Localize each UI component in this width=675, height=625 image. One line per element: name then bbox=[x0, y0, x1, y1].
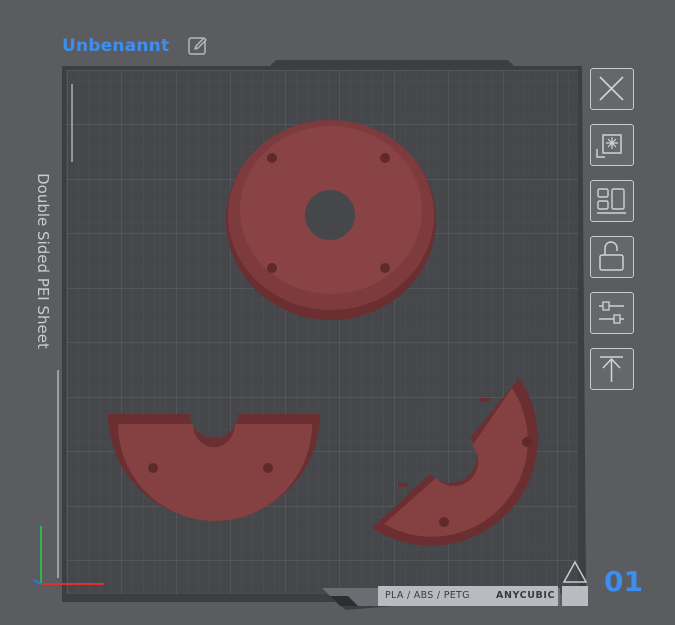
arrange-button[interactable] bbox=[590, 180, 634, 222]
move-to-top-icon bbox=[600, 356, 623, 382]
move-to-top-button[interactable] bbox=[590, 348, 634, 390]
close-icon bbox=[599, 76, 624, 101]
settings-button[interactable] bbox=[590, 292, 634, 334]
plate-number: 01 bbox=[604, 565, 643, 598]
brand-label: ANYCUBIC bbox=[496, 590, 556, 601]
material-label: PLA / ABS / PETG bbox=[385, 590, 470, 601]
lock-button[interactable] bbox=[590, 236, 634, 278]
sliders-icon bbox=[599, 301, 624, 324]
unlock-icon bbox=[599, 241, 624, 271]
auto-orient-button[interactable] bbox=[590, 124, 634, 166]
arrange-icon bbox=[597, 188, 626, 214]
close-button[interactable] bbox=[590, 68, 634, 110]
build-plate[interactable] bbox=[0, 0, 675, 625]
sheet-label: Double Sided PEI Sheet bbox=[34, 173, 52, 349]
auto-orient-icon bbox=[596, 134, 622, 158]
part-flange bbox=[226, 120, 436, 320]
